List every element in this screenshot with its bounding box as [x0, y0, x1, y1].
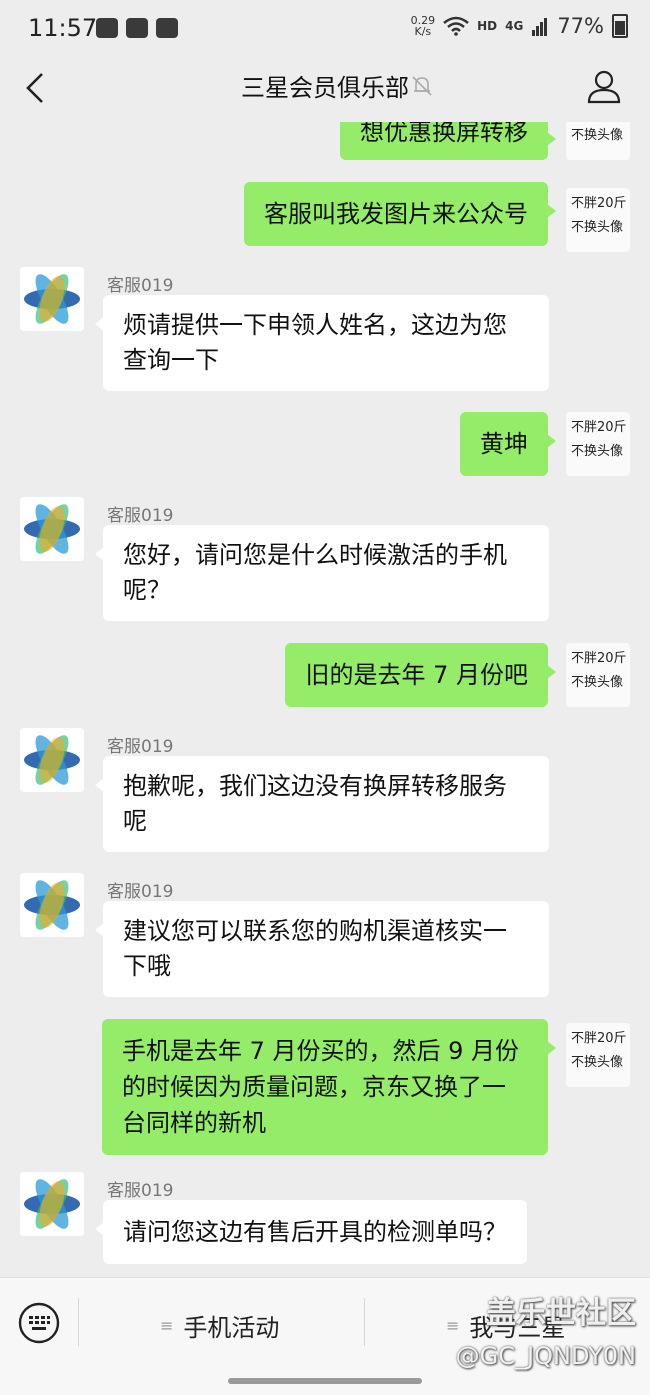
menu-label: 手机活动 [183, 1314, 280, 1342]
service-avatar-icon[interactable] [20, 267, 84, 331]
mute-bell-icon [412, 76, 432, 96]
battery-icon [612, 14, 628, 38]
message-bubble[interactable]: 旧的是去年 7 月份吧 [285, 643, 556, 707]
signal-icon [532, 18, 548, 36]
wifi-icon [443, 16, 469, 36]
service-avatar-icon[interactable] [20, 728, 84, 792]
watermark: 盖乐世社区 @GC_JQNDY0N [456, 1288, 636, 1370]
avatar-caption-line1: 不胖20斤 [571, 1031, 627, 1046]
menu-divider [364, 1298, 365, 1346]
sender-name: 客服019 [107, 737, 174, 757]
chat-title-text: 三星会员俱乐部 [241, 74, 409, 102]
network-type: 4G [505, 19, 524, 33]
sender-name: 客服019 [107, 1181, 174, 1201]
keyboard-icon[interactable] [18, 1302, 60, 1344]
notification-icon [96, 18, 118, 38]
battery-percent: 77% [557, 14, 604, 38]
service-avatar-icon[interactable] [20, 873, 84, 937]
message-bubble[interactable]: 建议您可以联系您的购机渠道核实一下哦 [95, 901, 549, 997]
avatar-caption-line1: 不胖20斤 [571, 196, 627, 211]
message-bubble[interactable]: 黄坤 [460, 412, 556, 476]
avatar-caption-line1: 不胖20斤 [571, 420, 627, 435]
watermark-handle: @GC_JQNDY0N [455, 1342, 636, 1370]
notification-icons [96, 18, 178, 38]
my-avatar[interactable]: 不胖20斤 不换头像 [566, 412, 630, 476]
gallery-icon [126, 18, 148, 38]
my-avatar[interactable]: 不胖20斤 不换头像 [566, 643, 630, 707]
chat-list[interactable]: 想优惠换屏转移 不胖20斤 不换头像 客服叫我发图片来公众号 不胖20斤 不换头… [0, 122, 650, 1277]
my-avatar[interactable]: 不胖20斤 不换头像 [566, 122, 630, 160]
message-bubble[interactable]: 客服叫我发图片来公众号 [244, 182, 556, 246]
hd-indicator: HD [477, 19, 498, 33]
voicemail-icon [156, 18, 178, 38]
net-speed-unit: K/s [414, 25, 432, 38]
message-bubble[interactable]: 请问您这边有售后开具的检测单吗？ [95, 1200, 527, 1264]
menu-list-icon: ≡ [160, 1316, 174, 1335]
status-right: 0.29 K/s HD 4G 77% [411, 14, 628, 38]
sender-name: 客服019 [107, 882, 174, 902]
menu-phone-activities[interactable]: ≡ 手机活动 [160, 1308, 279, 1343]
menu-divider [78, 1298, 79, 1346]
message-bubble[interactable]: 抱歉呢，我们这边没有换屏转移服务呢 [95, 756, 549, 852]
avatar-caption-line2: 不换头像 [571, 1055, 624, 1070]
service-avatar-icon[interactable] [20, 497, 84, 561]
profile-icon[interactable] [584, 66, 624, 106]
avatar-caption-line2: 不换头像 [571, 128, 624, 143]
avatar-caption-line1: 不胖20斤 [571, 651, 627, 666]
net-speed: 0.29 K/s [411, 15, 436, 37]
avatar-caption-line2: 不换头像 [571, 220, 624, 235]
message-bubble[interactable]: 手机是去年 7 月份买的，然后 9 月份的时候因为质量问题，京东又换了一台同样的… [102, 1019, 556, 1155]
title-bar: 三星会员俱乐部 [0, 56, 650, 122]
message-bubble[interactable]: 烦请提供一下申领人姓名，这边为您查询一下 [95, 295, 549, 391]
bottom-menu-bar: ≡ 手机活动 ≡ 我与三星 盖乐世社区 @GC_JQNDY0N [0, 1277, 650, 1395]
sender-name: 客服019 [107, 506, 174, 526]
watermark-title: 盖乐世社区 [486, 1296, 636, 1331]
home-indicator[interactable] [228, 1378, 422, 1384]
my-avatar[interactable]: 不胖20斤 不换头像 [566, 1023, 630, 1087]
status-time: 11:57 [28, 14, 98, 42]
my-avatar[interactable]: 不胖20斤 不换头像 [566, 188, 630, 252]
avatar-caption-line2: 不换头像 [571, 675, 624, 690]
sender-name: 客服019 [107, 276, 174, 296]
service-avatar-icon[interactable] [20, 1172, 84, 1236]
message-bubble[interactable]: 您好，请问您是什么时候激活的手机呢？ [95, 525, 549, 621]
chat-title: 三星会员俱乐部 [0, 68, 650, 103]
avatar-caption-line2: 不换头像 [571, 444, 624, 459]
message-bubble[interactable]: 想优惠换屏转移 [340, 122, 556, 160]
status-bar: 11:57 0.29 K/s HD 4G 77% [0, 0, 650, 56]
